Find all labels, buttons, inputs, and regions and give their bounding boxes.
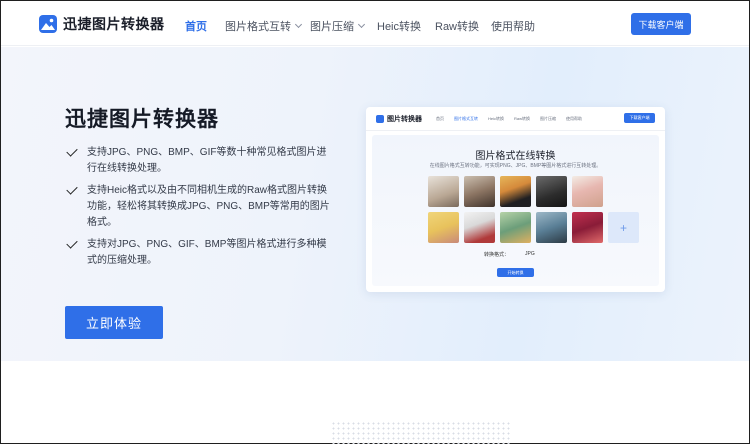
preview-format-label: 转换格式：	[484, 252, 510, 258]
nav-item-help[interactable]: 使用帮助	[491, 18, 535, 34]
nav-item-label: Raw转换	[435, 21, 480, 33]
check-icon	[66, 145, 78, 157]
add-image-icon: +	[608, 212, 639, 243]
preview-subtitle: 在线图片格式互转功能，可实现PNG、JPG、BMP等图片格式进行互转处理。	[429, 163, 602, 169]
feature-item: 支持Heic格式以及由不同相机生成的Raw格式图片转换功能，轻松将其转换成JPG…	[65, 183, 333, 231]
nav-item-compress[interactable]: 图片压缩	[310, 18, 366, 34]
sample-photo	[428, 212, 459, 243]
preview-nav-item: 图片格式互转	[454, 116, 478, 121]
top-header: 迅捷图片转换器 首页 图片格式互转 图片压缩 Heic转换 Raw转换 使用帮助…	[1, 1, 749, 46]
nav-item-format-convert[interactable]: 图片格式互转	[225, 18, 303, 34]
nav-item-label: 首页	[185, 21, 207, 33]
preview-nav-item: 首页	[436, 116, 444, 121]
hero-title: 迅捷图片转换器	[65, 108, 219, 131]
preview-nav-item: Heic转换	[488, 116, 505, 121]
preview-logo: 图片转换器	[376, 114, 422, 124]
check-icon	[66, 237, 78, 249]
feature-item: 支持JPG、PNG、BMP、GIF等数十种常见格式图片进行在线转换处理。	[65, 145, 333, 177]
sample-photo	[500, 212, 531, 243]
sample-photo	[572, 212, 603, 243]
preview-header: 图片转换器 首页 图片格式互转 Heic转换 Raw转换 图片压缩 使用帮助 下…	[366, 107, 665, 131]
sample-photo	[536, 176, 567, 207]
preview-body: 图片格式在线转换 在线图片格式互转功能，可实现PNG、JPG、BMP等图片格式进…	[372, 135, 659, 286]
preview-start-button: 开始转换	[497, 268, 534, 277]
preview-format-select: JPG	[525, 251, 535, 257]
sample-photo	[536, 212, 567, 243]
nav-item-label: 使用帮助	[491, 21, 535, 33]
preview-title: 图片格式在线转换	[475, 151, 556, 162]
sample-photo	[464, 176, 495, 207]
picture-icon	[376, 115, 384, 123]
sample-photo	[428, 176, 459, 207]
try-now-button[interactable]: 立即体验	[65, 306, 163, 339]
feature-text: 支持Heic格式以及由不同相机生成的Raw格式图片转换功能，轻松将其转换成JPG…	[87, 185, 330, 228]
picture-icon	[39, 15, 57, 33]
sample-photo	[464, 212, 495, 243]
nav-item-label: Heic转换	[377, 21, 422, 33]
sample-photo	[500, 176, 531, 207]
feature-text: 支持JPG、PNG、BMP、GIF等数十种常见格式图片进行在线转换处理。	[87, 147, 327, 174]
nav-item-raw[interactable]: Raw转换	[435, 18, 479, 34]
preview-nav-item: Raw转换	[514, 116, 531, 121]
nav-item-label: 图片格式互转	[225, 21, 291, 33]
feature-text: 支持对JPG、PNG、GIF、BMP等图片格式进行多种模式的压缩处理。	[87, 239, 327, 266]
dot-pattern-decoration	[331, 421, 511, 444]
chevron-down-icon	[294, 20, 303, 29]
preview-nav-item: 图片压缩	[540, 116, 556, 121]
hero-section: 迅捷图片转换器 支持JPG、PNG、BMP、GIF等数十种常见格式图片进行在线转…	[1, 47, 749, 361]
preview-download-button: 下载客户端	[624, 113, 655, 123]
nav-item-label: 图片压缩	[310, 21, 354, 33]
brand-name: 迅捷图片转换器	[63, 16, 165, 32]
brand-logo[interactable]: 迅捷图片转换器	[39, 14, 165, 34]
nav-item-home[interactable]: 首页	[185, 18, 207, 34]
preview-nav-item: 使用帮助	[566, 116, 582, 121]
preview-logo-text: 图片转换器	[387, 116, 422, 123]
sample-photo	[572, 176, 603, 207]
feature-list: 支持JPG、PNG、BMP、GIF等数十种常见格式图片进行在线转换处理。 支持H…	[65, 145, 333, 275]
chevron-down-icon	[357, 20, 366, 29]
check-icon	[66, 183, 78, 195]
download-client-button[interactable]: 下载客户端	[631, 13, 691, 35]
feature-item: 支持对JPG、PNG、GIF、BMP等图片格式进行多种模式的压缩处理。	[65, 237, 333, 269]
product-preview: 图片转换器 首页 图片格式互转 Heic转换 Raw转换 图片压缩 使用帮助 下…	[366, 107, 665, 292]
nav-item-heic[interactable]: Heic转换	[377, 18, 421, 34]
